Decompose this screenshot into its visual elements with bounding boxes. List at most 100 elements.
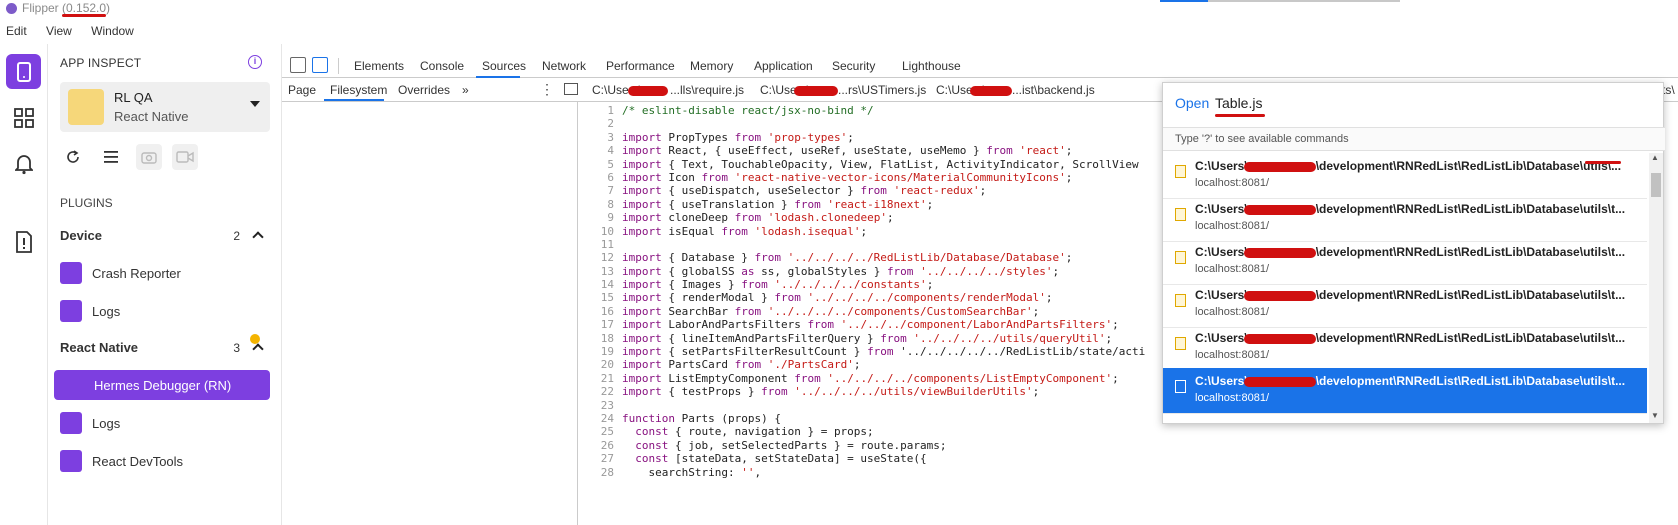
redaction-mark bbox=[794, 86, 838, 96]
code-line: import PartsCard from './PartsCard'; bbox=[622, 358, 861, 372]
code-line: const { job, setSelectedParts } = route.… bbox=[635, 438, 947, 452]
palette-result-item[interactable]: C:\Users\ \development\RNRedList\RedListL… bbox=[1163, 196, 1647, 242]
plugin-react-devtools[interactable]: React DevTools bbox=[54, 446, 270, 476]
palette-result-item[interactable]: C:\Users\ \development\RNRedList\RedListL… bbox=[1163, 282, 1647, 328]
line-number: 16 bbox=[600, 304, 614, 318]
line-number: 26 bbox=[600, 438, 614, 452]
window-edge-accent bbox=[1160, 0, 1208, 2]
device-toolbar-icon[interactable] bbox=[312, 57, 328, 73]
result-host: localhost:8081/ bbox=[1195, 306, 1269, 318]
code-line: searchString: '', bbox=[622, 465, 762, 479]
line-number: 1 bbox=[607, 104, 614, 117]
tab-lighthouse[interactable]: Lighthouse bbox=[902, 59, 961, 73]
plugin-manager-button[interactable] bbox=[6, 100, 41, 135]
reload-button[interactable] bbox=[60, 144, 86, 170]
palette-input[interactable]: Open Table.js bbox=[1163, 83, 1665, 125]
tab-memory[interactable]: Memory bbox=[690, 59, 733, 73]
menu-edit[interactable]: Edit bbox=[6, 24, 27, 38]
file-icon bbox=[1175, 294, 1186, 307]
result-host: localhost:8081/ bbox=[1195, 349, 1269, 361]
line-number: 28 bbox=[600, 465, 614, 479]
file-tab-timers[interactable]: ...rs\USTimers.js bbox=[838, 83, 926, 97]
line-number: 20 bbox=[600, 358, 614, 372]
subtab-filesystem[interactable]: Filesystem bbox=[330, 83, 387, 97]
tab-elements[interactable]: Elements bbox=[354, 59, 404, 73]
devtools-tab-bar: Elements Console Sources Network Perform… bbox=[282, 54, 1678, 78]
scroll-up-arrow-icon[interactable]: ▲ bbox=[1651, 153, 1659, 162]
line-number: 17 bbox=[600, 318, 614, 332]
section-react-native[interactable]: React Native 3 bbox=[60, 340, 270, 360]
tab-performance[interactable]: Performance bbox=[606, 59, 675, 73]
redaction-mark bbox=[970, 86, 1012, 96]
tab-network[interactable]: Network bbox=[542, 59, 586, 73]
subtab-page[interactable]: Page bbox=[288, 83, 316, 97]
result-path-start: C:\Users\ bbox=[1195, 202, 1248, 216]
palette-result-item[interactable]: C:\Users\ \development\RNRedList\RedListL… bbox=[1163, 368, 1647, 414]
reload-icon bbox=[67, 150, 79, 163]
plugin-icon bbox=[60, 412, 82, 434]
tab-security[interactable]: Security bbox=[832, 59, 875, 73]
device-selector[interactable]: RL QA React Native bbox=[60, 82, 270, 132]
line-number: 25 bbox=[600, 425, 614, 439]
result-path-start: C:\Users\ bbox=[1195, 159, 1248, 173]
notifications-button[interactable] bbox=[6, 146, 41, 181]
scroll-down-arrow-icon[interactable]: ▼ bbox=[1651, 411, 1659, 420]
file-tab-require[interactable]: ...lls\require.js bbox=[670, 83, 744, 97]
screenshot-button[interactable] bbox=[136, 144, 162, 170]
active-subtab-indicator bbox=[324, 99, 384, 101]
kebab-menu-icon[interactable]: ⋮ bbox=[540, 81, 554, 98]
line-number: 3 bbox=[607, 130, 614, 144]
plugin-label: Logs bbox=[92, 415, 121, 431]
plugin-label: Logs bbox=[92, 303, 121, 319]
code-line: import LaborAndPartsFilters from '../../… bbox=[622, 318, 1119, 332]
toggle-navigator-icon[interactable] bbox=[564, 83, 578, 95]
more-tabs-chevron-icon[interactable]: » bbox=[462, 83, 469, 97]
palette-result-item[interactable]: C:\Users\ \development\RNRedList\RedListL… bbox=[1163, 325, 1647, 371]
redaction-mark bbox=[628, 86, 668, 96]
info-icon[interactable]: i bbox=[248, 55, 262, 69]
redaction-mark bbox=[1243, 376, 1316, 387]
file-navigator bbox=[282, 102, 578, 525]
tab-sources[interactable]: Sources bbox=[482, 59, 526, 73]
code-content: /* eslint-disable react/jsx-no-bind */ im… bbox=[622, 104, 1145, 479]
menu-button[interactable] bbox=[98, 144, 124, 170]
section-title: React Native bbox=[60, 340, 139, 355]
file-icon bbox=[1175, 208, 1186, 221]
result-host: localhost:8081/ bbox=[1195, 392, 1269, 404]
code-line: /* eslint-disable react/jsx-no-bind */ bbox=[622, 104, 874, 117]
plugin-logs-rn[interactable]: Logs bbox=[54, 408, 270, 438]
result-path-end: \development\RNRedList\RedListLib\Databa… bbox=[1315, 374, 1626, 388]
menu-bar: Edit View Window bbox=[0, 24, 144, 42]
plugin-logs-device[interactable]: Logs bbox=[54, 296, 270, 326]
tab-application[interactable]: Application bbox=[754, 59, 813, 73]
annotation-mark bbox=[1585, 161, 1621, 164]
plugin-hermes-debugger[interactable]: Hermes Debugger (RN) bbox=[54, 370, 270, 400]
line-number: 4 bbox=[607, 144, 614, 158]
document-alert-icon bbox=[15, 230, 32, 253]
plugin-label: Hermes Debugger (RN) bbox=[94, 377, 232, 393]
plugin-crash-reporter[interactable]: Crash Reporter bbox=[54, 258, 270, 288]
line-number: 27 bbox=[600, 452, 614, 466]
record-button[interactable] bbox=[172, 144, 198, 170]
phone-icon bbox=[16, 61, 31, 82]
palette-scroll-thumb[interactable] bbox=[1651, 173, 1661, 197]
file-tab-backend[interactable]: ...ist\backend.js bbox=[1012, 83, 1095, 97]
line-number: 2 bbox=[607, 117, 614, 131]
sidebar: APP INSPECT i RL QA React Native PLUGINS… bbox=[48, 44, 282, 525]
camera-icon bbox=[141, 152, 157, 164]
query-underline-annotation bbox=[1215, 114, 1265, 117]
inspect-element-icon[interactable] bbox=[290, 57, 306, 73]
palette-result-item[interactable]: C:\Users\ \development\RNRedList\RedListL… bbox=[1163, 239, 1647, 285]
tab-console[interactable]: Console bbox=[420, 59, 464, 73]
line-number: 8 bbox=[607, 197, 614, 211]
app-inspect-button[interactable] bbox=[6, 54, 41, 89]
logs-button[interactable] bbox=[6, 224, 41, 259]
menu-view[interactable]: View bbox=[46, 24, 72, 38]
grid-icon bbox=[13, 107, 34, 128]
result-path: C:\Users\ \development\RNRedList\RedListL… bbox=[1195, 245, 1625, 259]
section-device[interactable]: Device 2 bbox=[60, 228, 270, 248]
menu-window[interactable]: Window bbox=[91, 24, 134, 38]
palette-result-item[interactable]: C:\Users\ \development\RNRedList\RedListL… bbox=[1163, 153, 1647, 199]
subtab-overrides[interactable]: Overrides bbox=[398, 83, 450, 97]
